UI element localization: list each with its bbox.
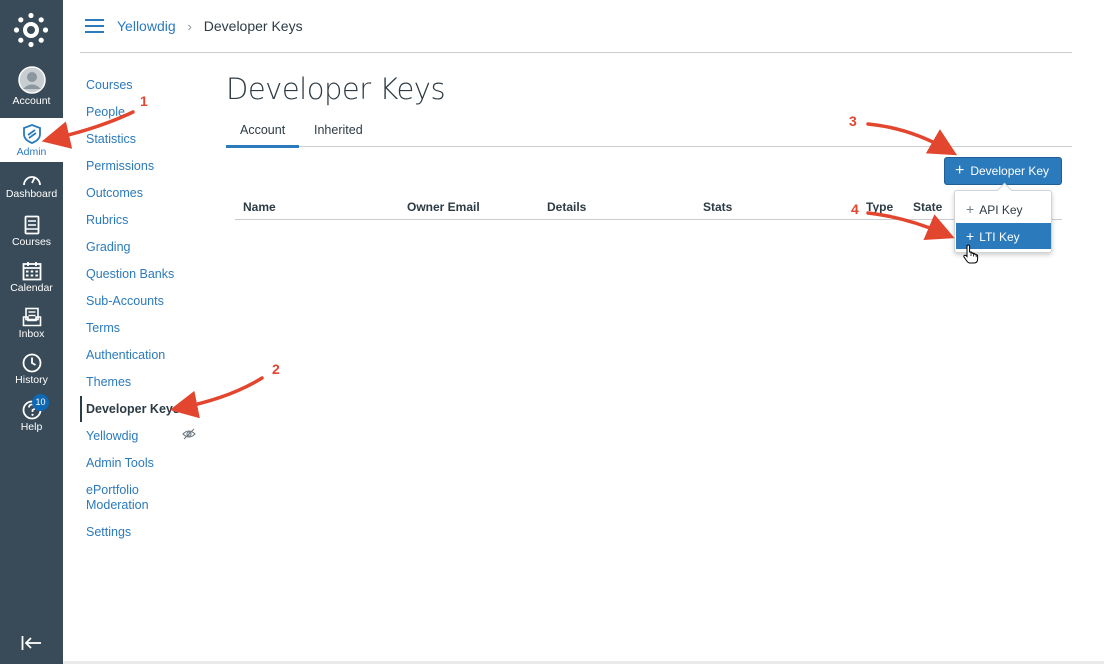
hidden-eye-slash-icon <box>182 428 196 440</box>
nav-dashboard-label: Dashboard <box>5 188 58 200</box>
sidebar-item-themes[interactable]: Themes <box>86 375 131 390</box>
page-title: Developer Keys <box>226 72 446 106</box>
developer-keys-table-header: Name Owner Email Details Stats Type Stat… <box>235 196 1062 220</box>
nav-calendar[interactable]: Calendar <box>0 261 63 294</box>
nav-account-label: Account <box>12 95 51 107</box>
annotation-arrow-2 <box>169 376 264 419</box>
nav-inbox[interactable]: Inbox <box>0 307 63 340</box>
nav-admin-label: Admin <box>16 146 47 158</box>
nav-inbox-label: Inbox <box>18 328 45 340</box>
annotation-number-3: 3 <box>849 113 857 129</box>
nav-account[interactable]: Account <box>0 66 63 107</box>
annotation-number-1: 1 <box>140 93 148 109</box>
column-header-details: Details <box>547 200 587 214</box>
menu-item-lti-key-label: LTI Key <box>979 230 1020 244</box>
hand-pointer-cursor-icon <box>963 244 979 264</box>
help-notification-badge: 10 <box>32 394 49 411</box>
column-header-stats: Stats <box>703 200 733 214</box>
plus-icon: + <box>966 201 975 217</box>
breadcrumb: Yellowdig › Developer Keys <box>117 18 303 34</box>
sidebar-item-courses[interactable]: Courses <box>86 78 133 93</box>
annotation-arrows <box>41 110 958 419</box>
menu-item-api-key-label: API Key <box>979 203 1023 217</box>
inbox-icon <box>22 307 41 327</box>
breadcrumb-separator-icon: › <box>187 19 192 34</box>
developer-keys-tabs: Account Inherited <box>226 116 1072 148</box>
breadcrumb-account-link[interactable]: Yellowdig <box>117 18 176 34</box>
sidebar-item-developer-keys[interactable]: Developer Keys <box>86 402 180 417</box>
sidebar-item-eportfolio-moderation[interactable]: ePortfolio Moderation <box>86 483 149 513</box>
global-navigation: Account Admin Dashboard Courses Calendar… <box>0 0 63 664</box>
tab-account[interactable]: Account <box>226 123 300 148</box>
calendar-icon <box>22 262 41 281</box>
sidebar-item-rubrics[interactable]: Rubrics <box>86 213 128 228</box>
add-developer-key-button[interactable]: + Developer Key <box>944 157 1062 185</box>
nav-history-label: History <box>15 374 48 386</box>
tab-inherited[interactable]: Inherited <box>314 123 363 137</box>
add-developer-key-label: Developer Key <box>970 164 1050 178</box>
nav-courses[interactable]: Courses <box>0 215 63 248</box>
column-header-name: Name <box>243 200 276 214</box>
dashboard-icon <box>22 176 41 186</box>
breadcrumb-current: Developer Keys <box>203 18 303 34</box>
sidebar-item-statistics[interactable]: Statistics <box>86 132 136 147</box>
nav-help-label: Help <box>20 421 43 433</box>
nav-help[interactable]: 10 Help <box>0 394 63 433</box>
sidebar-item-admin-tools[interactable]: Admin Tools <box>86 456 154 471</box>
clock-icon <box>22 353 41 373</box>
sidebar-item-grading[interactable]: Grading <box>86 240 130 255</box>
sidebar-item-permissions[interactable]: Permissions <box>86 159 154 174</box>
nav-courses-label: Courses <box>11 236 52 248</box>
column-header-state: State <box>913 200 943 214</box>
user-avatar-icon <box>17 66 46 94</box>
column-header-type: Type <box>866 200 894 214</box>
plus-icon: + <box>955 162 965 179</box>
annotation-number-4: 4 <box>851 201 859 217</box>
menu-item-api-key[interactable]: + API Key <box>956 196 1051 222</box>
canvas-logo-icon[interactable] <box>13 12 49 48</box>
nav-calendar-label: Calendar <box>10 282 53 294</box>
courses-book-icon <box>24 215 39 235</box>
shield-icon <box>22 124 41 144</box>
nav-dashboard[interactable]: Dashboard <box>0 171 63 200</box>
nav-admin[interactable]: Admin <box>0 118 63 162</box>
sidebar-item-yellowdig[interactable]: Yellowdig <box>86 429 138 444</box>
sidebar-item-people[interactable]: People <box>86 105 125 120</box>
annotation-number-2: 2 <box>272 361 280 377</box>
sidebar-item-sub-accounts[interactable]: Sub-Accounts <box>86 294 164 309</box>
top-bar: Yellowdig › Developer Keys <box>80 0 1072 53</box>
collapse-nav-icon[interactable] <box>21 634 43 652</box>
sidebar-item-settings[interactable]: Settings <box>86 525 131 540</box>
sidebar-item-terms[interactable]: Terms <box>86 321 120 336</box>
sidebar-item-authentication[interactable]: Authentication <box>86 348 165 363</box>
nav-history[interactable]: History <box>0 353 63 386</box>
sidebar-item-question-banks[interactable]: Question Banks <box>86 267 174 282</box>
hamburger-menu-icon[interactable] <box>85 19 104 33</box>
sidebar-item-outcomes[interactable]: Outcomes <box>86 186 143 201</box>
plus-icon: + <box>966 228 975 244</box>
sidebar-active-indicator <box>80 396 82 422</box>
column-header-owner-email: Owner Email <box>407 200 480 214</box>
